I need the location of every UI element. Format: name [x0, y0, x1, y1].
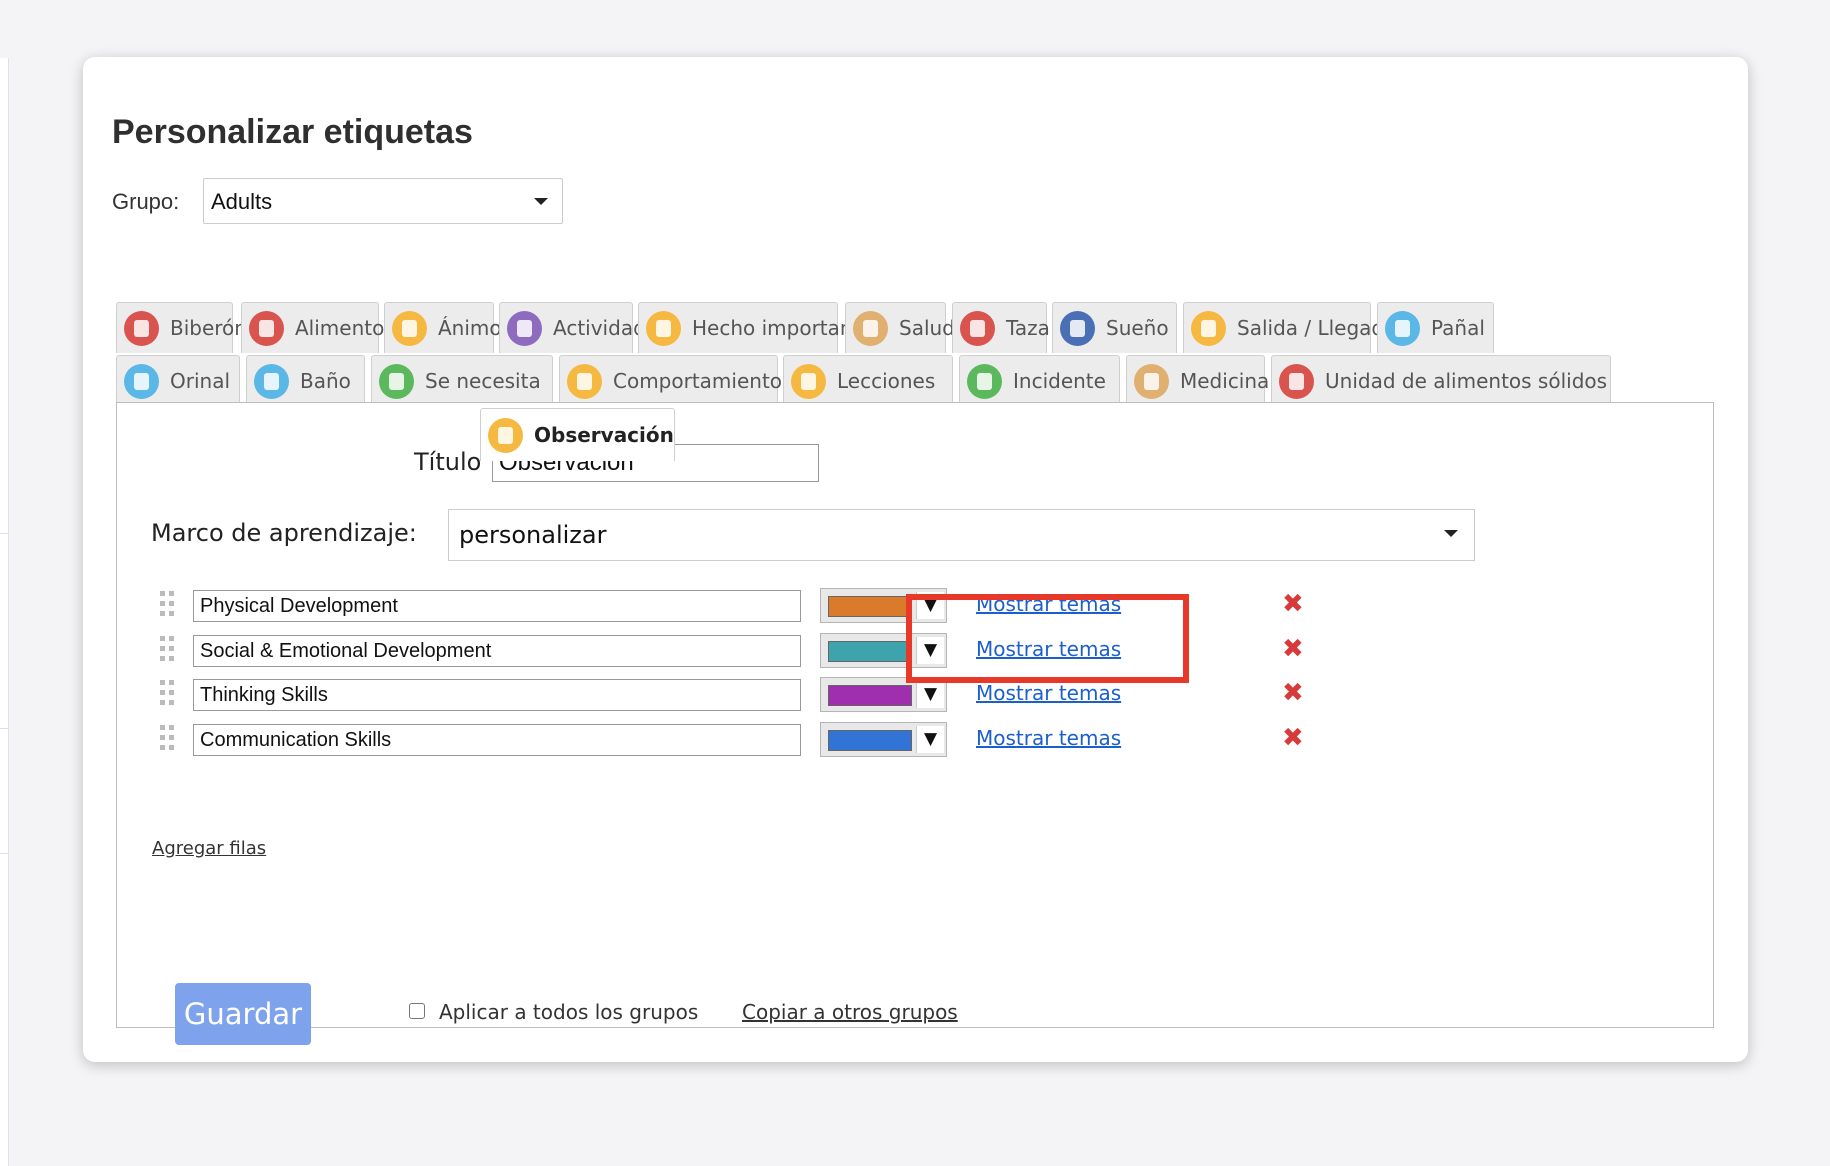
tab-9[interactable]: Salida / Llegada: [1183, 302, 1396, 353]
moon-icon: [1060, 310, 1095, 346]
bottle-icon: [124, 310, 159, 346]
apply-all-checkbox[interactable]: [409, 1003, 425, 1019]
tab-label: Comportamiento: [613, 369, 783, 393]
blocks-icon: [507, 310, 542, 346]
tab-5[interactable]: Hecho importante: [638, 302, 873, 353]
color-swatch: [828, 596, 912, 617]
food-bowl-icon: [1279, 363, 1314, 399]
framework-row: ▼ Mostrar temas ✖: [117, 721, 1317, 761]
tab-label: Alimentos: [295, 316, 395, 340]
tab-label: Salida / Llegada: [1237, 316, 1397, 340]
tab-label: Taza: [1006, 316, 1050, 340]
tab-13[interactable]: Se necesita: [371, 355, 553, 406]
copy-to-groups-link[interactable]: Copiar a otros grupos: [742, 1000, 958, 1024]
delete-row-icon[interactable]: ✖: [1282, 636, 1304, 662]
color-picker[interactable]: ▼: [820, 722, 947, 757]
tab-4[interactable]: Actividad: [499, 302, 646, 353]
tab-label: Sueño: [1106, 316, 1169, 340]
tab-6[interactable]: Salud: [845, 302, 955, 353]
left-edge-panel: [0, 58, 9, 1166]
tab-15[interactable]: Lecciones: [783, 355, 953, 406]
add-rows-link[interactable]: Agregar filas: [152, 838, 266, 859]
customize-labels-card: Personalizar etiquetas Grupo: Adults Bib…: [83, 57, 1748, 1062]
tab-17[interactable]: Medicina: [1126, 355, 1269, 406]
tab-label: Pañal: [1431, 316, 1485, 340]
framework-select-value: personalizar: [459, 521, 607, 549]
tab-label: Se necesita: [425, 369, 541, 393]
tab-11[interactable]: Orinal: [116, 355, 240, 406]
medicine-bottle-icon: [1134, 363, 1169, 399]
checklist-icon: [379, 363, 414, 399]
tab-20[interactable]: Observación: [480, 408, 675, 461]
notepad-icon: [488, 417, 523, 453]
bathtub-icon: [254, 363, 289, 399]
row-name-input[interactable]: [193, 590, 801, 622]
delete-row-icon[interactable]: ✖: [1282, 680, 1304, 706]
title-label: Título: [414, 448, 482, 476]
group-label: Grupo:: [112, 189, 180, 214]
tab-label: Baño: [300, 369, 351, 393]
chevron-down-icon: [1444, 530, 1458, 537]
tab-3[interactable]: Ánimo: [384, 302, 502, 353]
framework-label: Marco de aprendizaje:: [151, 519, 417, 547]
medal-icon: [567, 363, 602, 399]
color-swatch: [828, 730, 912, 751]
tab-label: Incidente: [1013, 369, 1106, 393]
mood-face-icon: [392, 310, 427, 346]
tab-10[interactable]: Pañal: [1377, 302, 1494, 353]
tab-18[interactable]: Unidad de alimentos sólidos: [1271, 355, 1611, 406]
tab-label: Biberón: [170, 316, 247, 340]
tab-1[interactable]: Biberón: [116, 302, 247, 353]
dropdown-arrow-icon: ▼: [916, 681, 944, 708]
page-title: Personalizar etiquetas: [112, 113, 473, 151]
home-icon: [1191, 310, 1226, 346]
highlight-box: [906, 594, 1189, 683]
save-button[interactable]: Guardar: [175, 983, 311, 1045]
drag-handle-icon[interactable]: [160, 680, 176, 706]
tab-16[interactable]: Incidente: [959, 355, 1120, 406]
drag-handle-icon[interactable]: [160, 591, 176, 617]
diaper-icon: [1385, 310, 1420, 346]
tab-label: Lecciones: [837, 369, 936, 393]
dropdown-arrow-icon: ▼: [916, 726, 944, 753]
warning-icon: [967, 363, 1002, 399]
group-select-value: Adults: [211, 189, 273, 214]
tab-label: Unidad de alimentos sólidos: [1325, 369, 1608, 393]
stethoscope-icon: [853, 310, 888, 346]
tab-14[interactable]: Comportamiento: [559, 355, 782, 406]
cup-icon: [960, 310, 995, 346]
graduation-cap-icon: [791, 363, 826, 399]
tab-label: Ánimo: [438, 316, 502, 340]
tab-7[interactable]: Taza: [952, 302, 1050, 353]
star-icon: [646, 310, 681, 346]
tab-label: Medicina: [1180, 369, 1270, 393]
color-swatch: [828, 685, 912, 706]
drag-handle-icon[interactable]: [160, 636, 176, 662]
color-swatch: [828, 641, 912, 662]
tab-content-panel: Título Marco de aprendizaje: personaliza…: [116, 402, 1714, 1045]
show-topics-link[interactable]: Mostrar temas: [976, 726, 1121, 750]
delete-row-icon[interactable]: ✖: [1282, 725, 1304, 751]
tab-8[interactable]: Sueño: [1052, 302, 1177, 353]
tab-2[interactable]: Alimentos: [241, 302, 395, 353]
tab-label: Observación: [534, 423, 674, 447]
tab-label: Actividad: [553, 316, 646, 340]
tab-12[interactable]: Baño: [246, 355, 365, 406]
apply-all-label: Aplicar a todos los grupos: [439, 1000, 699, 1024]
chevron-down-icon: [534, 198, 548, 205]
group-select[interactable]: Adults: [203, 178, 563, 224]
tab-label: Salud: [899, 316, 955, 340]
show-topics-link[interactable]: Mostrar temas: [976, 681, 1121, 705]
row-name-input[interactable]: [193, 724, 801, 756]
row-name-input[interactable]: [193, 635, 801, 667]
drag-handle-icon[interactable]: [160, 725, 176, 751]
tab-label: Orinal: [170, 369, 231, 393]
potty-icon: [124, 363, 159, 399]
row-name-input[interactable]: [193, 679, 801, 711]
delete-row-icon[interactable]: ✖: [1282, 591, 1304, 617]
framework-select[interactable]: personalizar: [448, 509, 1475, 561]
food-bowl-icon: [249, 310, 284, 346]
